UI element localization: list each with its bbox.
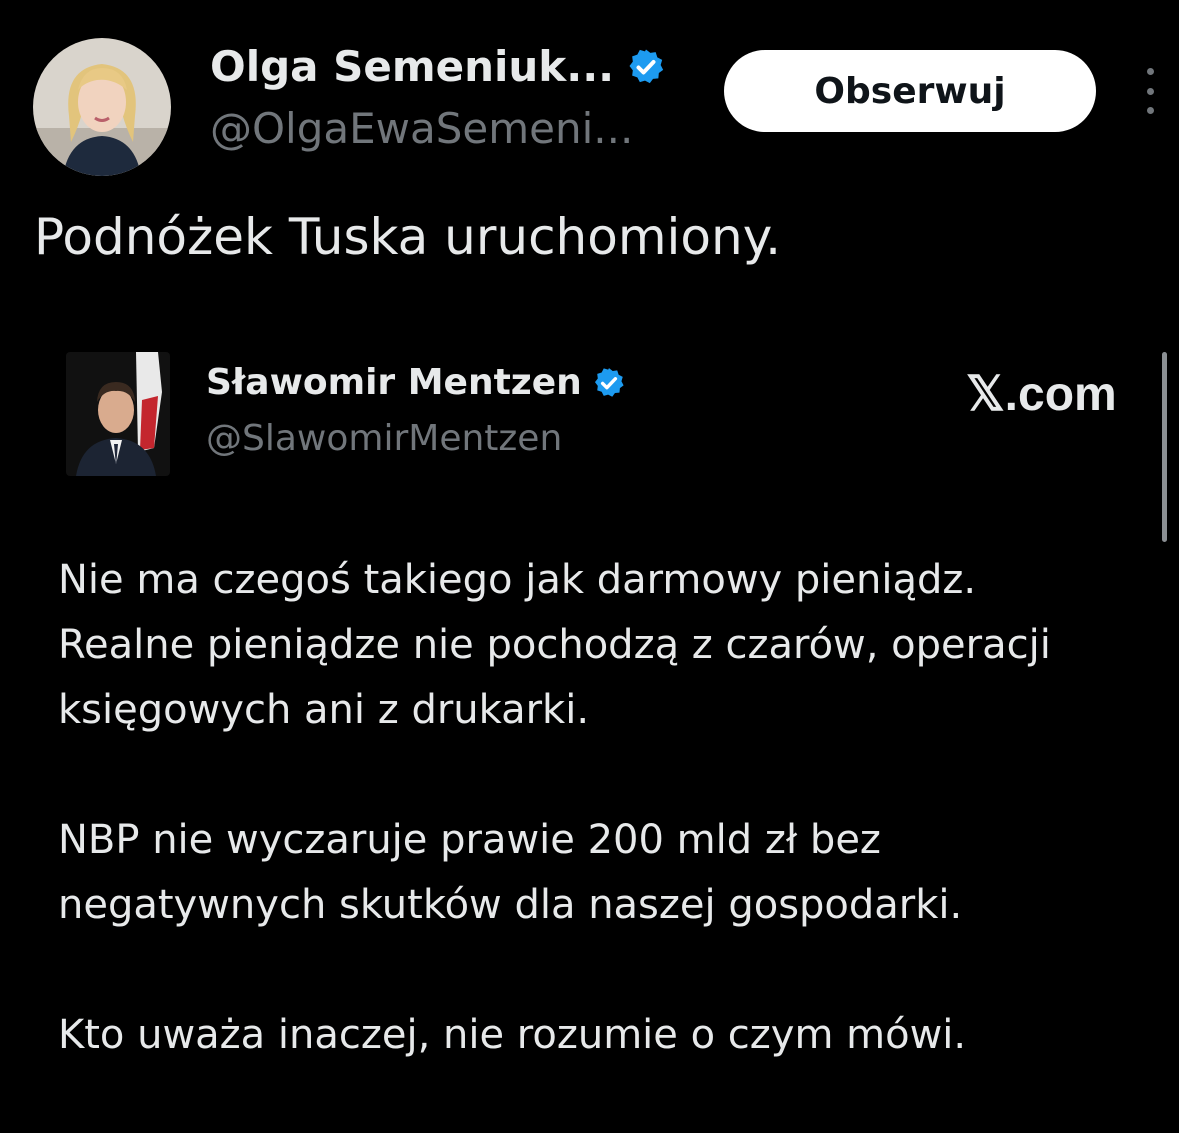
source-link[interactable]: 𝕏.com — [966, 366, 1117, 422]
quoted-author-name-text: Sławomir Mentzen — [206, 362, 582, 403]
quoted-verified-badge-icon — [592, 366, 626, 400]
more-options-icon[interactable] — [1143, 68, 1157, 114]
author-avatar-image — [33, 38, 171, 176]
author-name-text: Olga Semeniuk... — [210, 42, 615, 91]
quoted-author-handle[interactable]: @SlawomirMentzen — [206, 418, 562, 459]
author-avatar[interactable] — [33, 38, 171, 176]
quoted-author-avatar-image — [66, 352, 170, 476]
quoted-tweet-body: Nie ma czegoś takiego jak darmowy pienią… — [58, 548, 1148, 1133]
quoted-author-avatar[interactable] — [66, 352, 170, 476]
follow-button[interactable]: Obserwuj — [724, 50, 1096, 132]
scrollbar[interactable] — [1162, 352, 1167, 542]
verified-badge-icon — [626, 47, 666, 87]
quoted-paragraph-2: NBP nie wyczaruje prawie 200 mld zł bez … — [58, 817, 963, 928]
quoted-paragraph-1: Nie ma czegoś takiego jak darmowy pienią… — [58, 557, 1051, 733]
quoted-author-name[interactable]: Sławomir Mentzen — [206, 362, 626, 403]
author-handle[interactable]: @OlgaEwaSemeni... — [210, 104, 633, 153]
tweet-text: Podnóżek Tuska uruchomiony. — [34, 208, 782, 266]
quoted-paragraph-3: Kto uważa inaczej, nie rozumie o czym mó… — [58, 1012, 967, 1058]
author-name[interactable]: Olga Semeniuk... — [210, 42, 666, 91]
